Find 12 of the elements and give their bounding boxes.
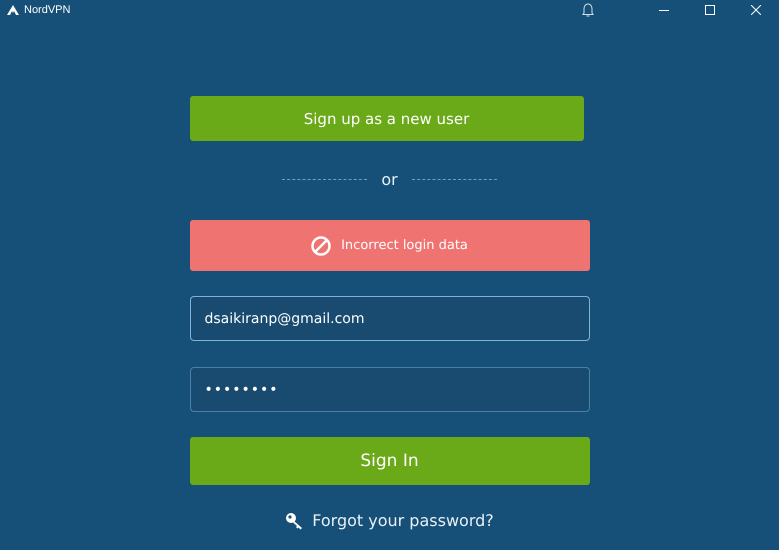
bell-icon[interactable] [582, 2, 594, 18]
maximize-icon[interactable] [705, 5, 715, 15]
email-field[interactable]: dsaikiranp@gmail.com [190, 296, 590, 341]
prohibited-icon [311, 236, 332, 256]
logo-icon [6, 4, 20, 16]
or-divider-text: or [381, 170, 398, 189]
error-message: Incorrect login data [341, 238, 468, 253]
window-title: NordVPN [24, 4, 72, 16]
key-icon [285, 512, 304, 530]
forgot-password-link[interactable]: Forgot your password? [285, 511, 494, 530]
password-field[interactable]: •••••••• [190, 367, 590, 412]
close-icon[interactable] [751, 5, 761, 15]
